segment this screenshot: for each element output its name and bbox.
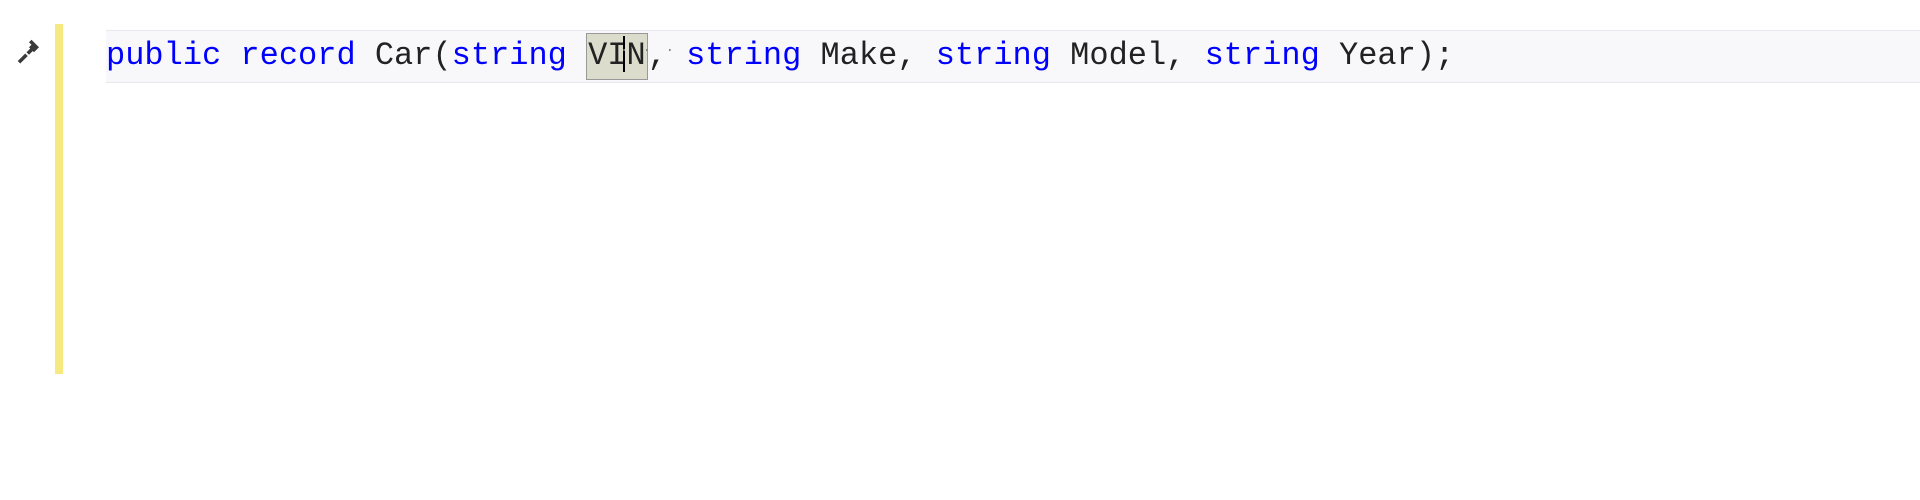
keyword-string-1: string [452,37,567,74]
keyword-record: record [240,37,355,74]
comma-2: , [897,37,935,74]
keyword-string-4: string [1205,37,1320,74]
comma-3: , [1166,37,1204,74]
param-model: Model [1070,37,1166,74]
keyword-public: public [106,37,221,74]
keyword-string-2: string [686,37,801,74]
keyword-string-3: string [936,37,1051,74]
text-caret [623,36,625,72]
comma-1: , [648,37,686,74]
close-paren-semicolon: ); [1416,37,1454,74]
open-paren: ( [432,37,451,74]
hammer-icon[interactable] [14,36,44,66]
code-editor[interactable]: public record Car(string VIN, string Mak… [0,0,1920,500]
code-text-area[interactable]: public record Car(string VIN, string Mak… [58,0,1920,500]
editor-gutter [0,0,58,500]
param-year: Year [1339,37,1416,74]
param-make: Make [821,37,898,74]
code-line-1[interactable]: public record Car(string VIN, string Mak… [106,30,1920,83]
selected-identifier[interactable]: VIN [586,33,648,80]
type-name: Car [375,37,433,74]
